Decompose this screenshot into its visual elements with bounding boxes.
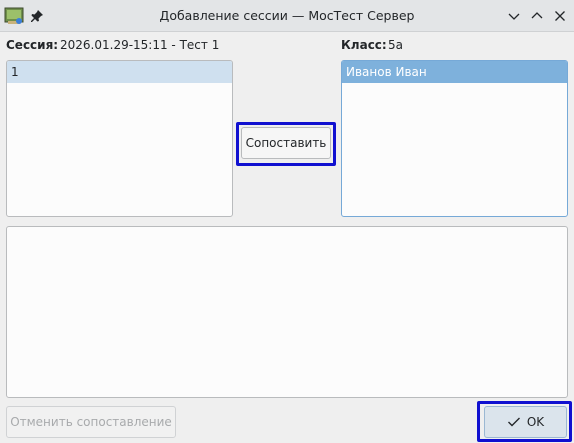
dialog-window: Добавление сессии — МосТест Сервер Сесси…: [0, 0, 574, 443]
cancel-match-button[interactable]: Отменить сопоставление: [6, 406, 176, 438]
session-items-list[interactable]: 1: [6, 60, 233, 217]
window-title: Добавление сессии — МосТест Сервер: [159, 8, 415, 23]
maximize-button[interactable]: [529, 8, 545, 24]
session-label: Сессия:: [6, 38, 59, 52]
students-list[interactable]: Иванов Иван: [341, 60, 568, 217]
class-label: Класс:: [341, 38, 387, 52]
list-item[interactable]: Иванов Иван: [342, 61, 567, 83]
class-value: 5а: [388, 38, 403, 52]
matches-list[interactable]: [6, 226, 568, 398]
list-item[interactable]: 1: [7, 61, 232, 83]
match-button[interactable]: Сопоставить: [241, 127, 331, 159]
session-value: 2026.01.29-15:11 - Тест 1: [60, 38, 220, 52]
ok-button-label: OK: [526, 415, 545, 429]
ok-button[interactable]: OK: [484, 406, 567, 438]
close-button[interactable]: [552, 8, 568, 24]
checkmark-icon: [507, 417, 520, 427]
minimize-button[interactable]: [506, 8, 522, 24]
title-bar[interactable]: Добавление сессии — МосТест Сервер: [0, 0, 574, 32]
